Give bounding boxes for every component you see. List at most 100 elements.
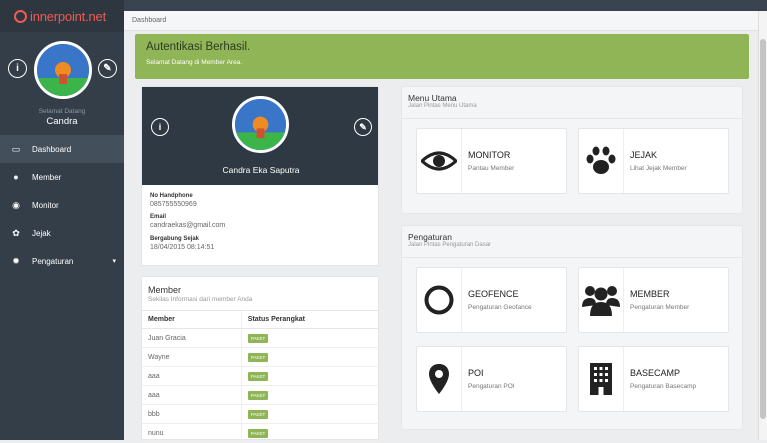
table-header-row: Member Status Perangkat (142, 310, 379, 329)
users-icon: ● (13, 172, 19, 182)
avatar[interactable] (34, 41, 92, 99)
status-cell: PAKET (240, 366, 379, 386)
sidebar-item-member[interactable]: ● Member (0, 163, 124, 191)
status-badge: PAKET (247, 390, 269, 400)
scrollbar[interactable] (758, 11, 767, 440)
scrollbar-thumb[interactable] (760, 39, 766, 419)
sidebar-item-label: Jejak (32, 228, 51, 238)
users-icon (579, 268, 624, 332)
status-cell: PAKET (240, 385, 379, 405)
tile-subtitle: Pengaturan POI (468, 383, 515, 390)
status-badge: PAKET (247, 428, 269, 438)
alert-subtitle: Selamat Datang di Member Area. (146, 59, 243, 66)
status-badge: PAKET (247, 409, 269, 419)
tile-title: MONITOR (468, 150, 511, 160)
member-name: Juan Gracia (142, 328, 242, 348)
joined-label: Bergabung Sejak (150, 236, 200, 242)
sidebar-greeting: Selamat Datang (38, 108, 86, 115)
breadcrumb[interactable]: Dashboard (124, 11, 758, 31)
panel-subtitle: Jalan Pintas Pengaturan Dasar (408, 242, 492, 248)
sidebar-username: Candra (46, 116, 78, 127)
menu-utama-panel: Menu Utama Jalan Pintas Menu Utama MONIT… (401, 86, 743, 214)
paw-icon: ✿ (12, 227, 20, 238)
geofence-tile[interactable]: GEOFENCE Pengaturan Geofance (416, 267, 567, 333)
map-marker-icon (417, 347, 462, 411)
email-value: candraekas@gmail.com (150, 222, 226, 229)
joined-value: 18/04/2015 08:14:51 (150, 244, 215, 251)
sidebar-item-label: Member (32, 172, 62, 182)
eye-icon (417, 129, 462, 193)
divider (402, 118, 742, 119)
table-row[interactable]: aaa PAKET (142, 366, 379, 386)
tile-title: GEOFENCE (468, 289, 519, 299)
tile-subtitle: Pengaturan Basecamp (630, 383, 697, 390)
column-header[interactable]: Status Perangkat (240, 310, 379, 329)
panel-title: Menu Utama (408, 93, 457, 103)
logo-ring-icon (14, 9, 27, 23)
sidebar-item-dashboard[interactable]: ▭ Dashboard (0, 135, 124, 163)
status-cell: PAKET (240, 328, 379, 348)
sidebar-item-monitor[interactable]: ◉ Monitor (0, 191, 124, 219)
poi-tile[interactable]: POI Pengaturan POI (416, 346, 567, 412)
phone-value: 085755550969 (150, 201, 197, 208)
circle-icon (417, 268, 462, 332)
jejak-tile[interactable]: JEJAK Lihat Jejak Member (578, 128, 729, 194)
profile-name: Candra Eka Saputra (222, 165, 300, 175)
status-badge: PAKET (247, 352, 269, 362)
alert-title: Autentikasi Berhasil. (146, 41, 251, 53)
avatar-image (235, 99, 286, 150)
sidebar-item-label: Dashboard (32, 144, 72, 154)
profile-header: i ✎ Candra Eka Saputra (142, 87, 378, 185)
brand-name: innerpoint.net (30, 8, 106, 24)
table-row[interactable]: bbb PAKET (142, 404, 379, 424)
member-name: aaa (142, 385, 242, 405)
pengaturan-panel: Pengaturan Jalan Pintas Pengaturan Dasar… (401, 225, 743, 430)
paw-icon (579, 129, 624, 193)
email-label: Email (150, 214, 167, 220)
building-icon (579, 347, 624, 411)
brand-logo[interactable]: innerpoint.net (0, 0, 124, 32)
status-badge: PAKET (247, 371, 269, 381)
tile-title: POI (468, 368, 484, 378)
tile-subtitle: Pengaturan Member (630, 304, 690, 311)
phone-label: No Handphone (150, 193, 193, 199)
member-card: Member Sekilas Informasi dari member And… (141, 276, 379, 443)
table-row[interactable]: Juan Gracia PAKET (142, 328, 379, 348)
table-row[interactable]: aaa PAKET (142, 385, 379, 405)
success-alert: Autentikasi Berhasil. Selamat Datang di … (135, 34, 749, 79)
eye-icon: ◉ (12, 199, 20, 210)
basecamp-tile[interactable]: BASECAMP Pengaturan Basecamp (578, 346, 729, 412)
monitor-icon: ▭ (11, 143, 21, 154)
tile-title: JEJAK (630, 150, 658, 160)
info-icon[interactable]: i (151, 118, 169, 136)
gear-icon: ✹ (12, 255, 20, 266)
sidebar-item-pengaturan[interactable]: ✹ Pengaturan ▾ (0, 247, 124, 275)
member-name: aaa (142, 366, 242, 386)
member-name: bbb (142, 404, 242, 424)
member-subtitle: Sekilas Informasi dari member Anda (148, 296, 253, 303)
table-row[interactable]: Wayne PAKET (142, 347, 379, 367)
member-name: Wayne (142, 347, 242, 367)
member-title: Member (148, 285, 182, 295)
panel-subtitle: Jalan Pintas Menu Utama (408, 103, 477, 109)
info-icon[interactable]: i (8, 59, 27, 78)
sidebar-item-label: Pengaturan (32, 256, 74, 266)
status-badge: PAKET (247, 333, 269, 343)
chevron-down-icon: ▾ (112, 258, 116, 265)
member-table: Member Status Perangkat Juan Gracia PAKET… (142, 310, 379, 443)
panel-title: Pengaturan (408, 232, 452, 242)
profile-avatar[interactable] (232, 96, 289, 153)
tile-title: BASECAMP (630, 368, 681, 378)
column-header[interactable]: Member (142, 310, 242, 329)
sidebar-item-jejak[interactable]: ✿ Jejak (0, 219, 124, 247)
avatar-image (37, 44, 89, 96)
monitor-tile[interactable]: MONITOR Pantau Member (416, 128, 567, 194)
edit-icon[interactable]: ✎ (354, 118, 372, 136)
status-cell: PAKET (240, 404, 379, 424)
top-bar (124, 0, 767, 11)
member-settings-tile[interactable]: MEMBER Pengaturan Member (578, 267, 729, 333)
divider (402, 257, 742, 258)
tile-subtitle: Lihat Jejak Member (630, 165, 687, 172)
edit-icon[interactable]: ✎ (98, 59, 117, 78)
status-cell: PAKET (240, 347, 379, 367)
